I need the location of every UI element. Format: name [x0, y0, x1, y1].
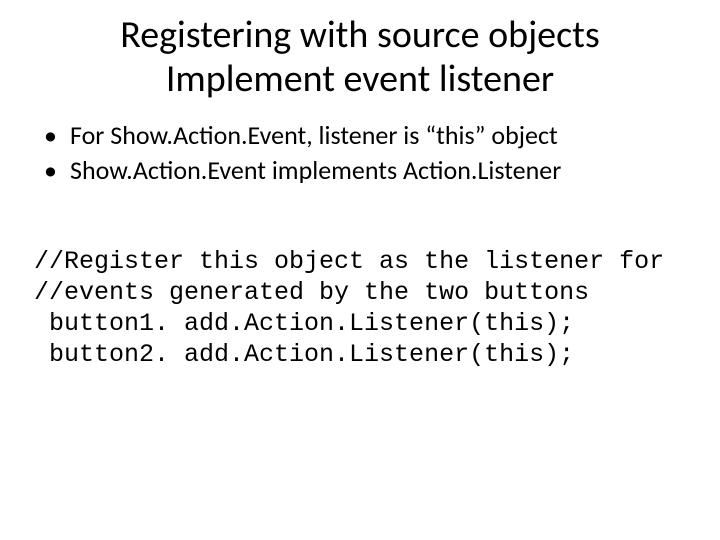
code-block: //Register this object as the listener f…: [34, 214, 688, 402]
code-line: button1. add.Action.Listener(this);: [34, 309, 574, 338]
code-line: //Register this object as the listener f…: [34, 247, 664, 276]
bullet-item: Show.Action.Event implements Action.List…: [32, 154, 688, 187]
title-line-1: Registering with source objects: [120, 12, 600, 58]
code-line: //events generated by the two buttons: [34, 278, 589, 307]
bullet-item: For Show.Action.Event, listener is “this…: [32, 119, 688, 152]
slide-title: Registering with source objects Implemen…: [32, 14, 688, 101]
slide: Registering with source objects Implemen…: [0, 0, 720, 540]
title-line-2: Implement event listener: [166, 56, 554, 102]
code-line: button2. add.Action.Listener(this);: [34, 340, 574, 369]
bullet-list: For Show.Action.Event, listener is “this…: [32, 119, 688, 186]
